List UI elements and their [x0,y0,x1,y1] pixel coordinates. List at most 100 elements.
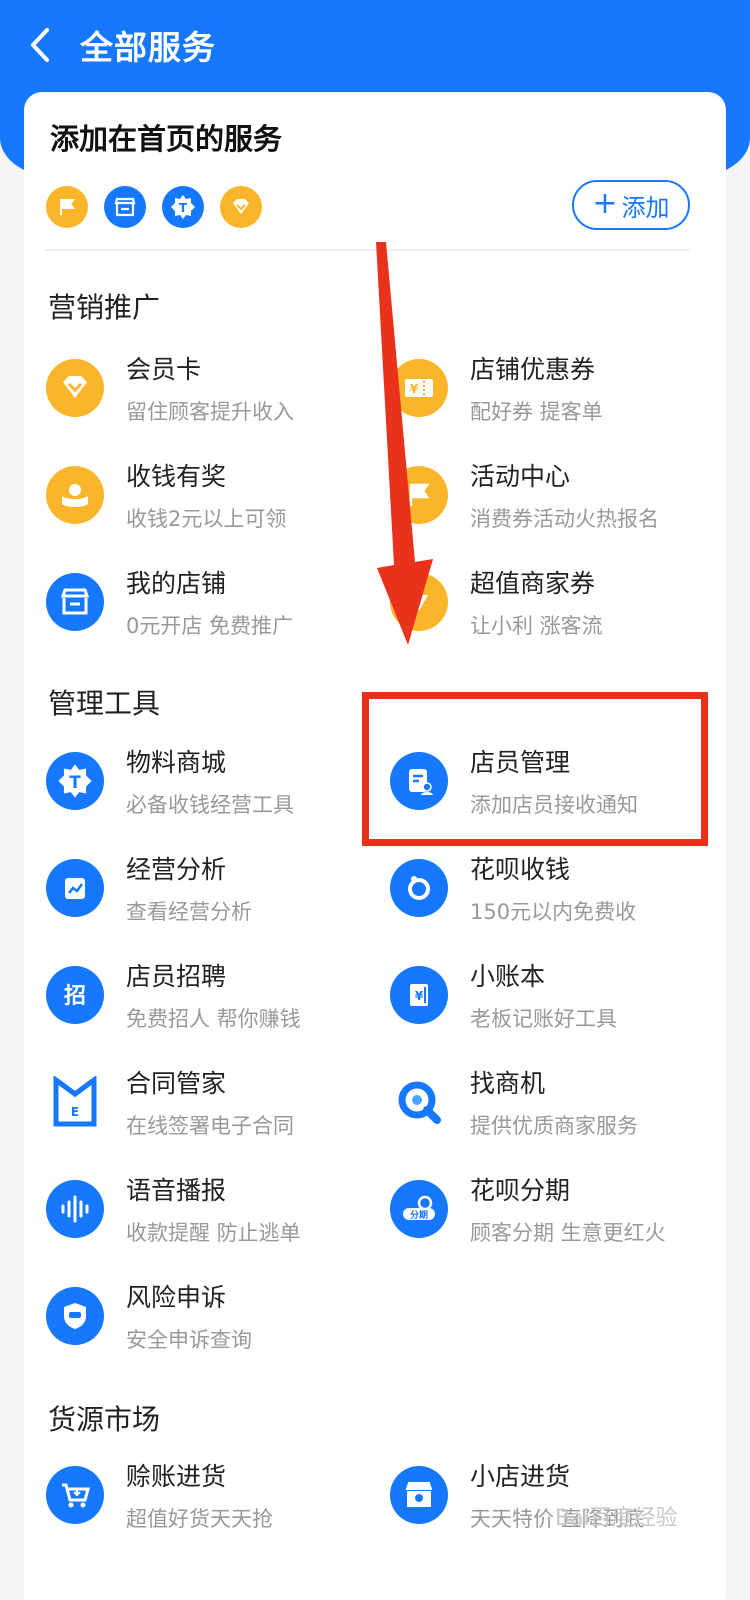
favorites-title: 添加在首页的服务 [50,122,283,156]
service-item-material-mall[interactable]: T 物料商城 必备收钱经营工具 [46,738,386,824]
service-desc: 免费招人 帮你赚钱 [126,1007,301,1031]
service-item-huabei-installment[interactable]: 分期 花呗分期 顾客分期 生意更红火 [390,1166,730,1252]
add-service-button[interactable]: + 添加 [572,180,690,230]
service-item-voice-broadcast[interactable]: 语音播报 收款提醒 防止逃单 [46,1166,386,1252]
service-desc: 收钱2元以上可领 [126,507,287,531]
service-desc: 在线签署电子合同 [126,1114,294,1138]
service-name: 风险申诉 [126,1283,227,1312]
svg-text:招: 招 [64,984,86,1009]
installment-icon: 分期 [390,1180,448,1238]
service-item-activity-center[interactable]: 活动中心 消费券活动火热报名 [390,452,730,538]
service-desc: 顾客分期 生意更红火 [470,1221,666,1245]
services-card: 添加在首页的服务 T + 添加 营销推广 会员卡 留住顾客提升收入 ¥ 店铺优惠… [24,92,726,1600]
service-name: 花呗收钱 [470,855,571,884]
plus-icon: + [592,185,618,221]
svg-text:T: T [179,201,188,215]
service-item-my-store[interactable]: 我的店铺 0元开店 免费推广 [46,559,386,645]
service-item-contract[interactable]: E 合同管家 在线签署电子合同 [46,1059,386,1145]
service-name: 小账本 [470,962,546,991]
service-desc: 收款提醒 防止逃单 [126,1221,301,1245]
section-title-marketing: 营销推广 [48,291,161,324]
service-name: 小店进货 [470,1462,571,1491]
service-item-huabei-payment[interactable]: 花呗收钱 150元以内免费收 [390,845,730,931]
service-desc: 配好券 提客单 [470,400,603,424]
service-desc: 让小利 涨客流 [470,614,603,638]
service-desc: 0元开店 免费推广 [126,614,294,638]
service-item-store-coupon[interactable]: ¥ 店铺优惠券 配好券 提客单 [390,345,730,431]
divider [44,249,690,251]
service-item-staff-recruit[interactable]: 招 店员招聘 免费招人 帮你赚钱 [46,952,386,1038]
badge-t-icon: T [46,752,104,810]
service-desc: 提供优质商家服务 [470,1114,638,1138]
member-card-icon [46,359,104,417]
recruit-icon: 招 [46,966,104,1024]
back-button[interactable] [0,0,80,90]
shield-icon [46,1287,104,1345]
service-desc: 超值好货天天抢 [126,1507,273,1531]
service-name: 我的店铺 [126,569,227,598]
merchant-coupon-icon [390,573,448,631]
flag-icon[interactable] [46,186,88,228]
service-name: 经营分析 [126,855,227,884]
analytics-icon [46,859,104,917]
coupon-icon: ¥ [390,359,448,417]
page-title: 全部服务 [80,28,216,67]
service-name: 赊账进货 [126,1462,227,1491]
service-name: 店铺优惠券 [470,355,596,384]
svg-text:E: E [71,1105,79,1119]
watermark: Bai百度经验 [555,1506,678,1531]
diamond-icon[interactable] [220,186,262,228]
chevron-left-icon [31,28,49,62]
service-item-credit-purchase[interactable]: 赊账进货 超值好货天天抢 [46,1452,386,1538]
service-name: 花呗分期 [470,1176,571,1205]
service-name: 收钱有奖 [126,462,227,491]
service-name: 活动中心 [470,462,571,491]
service-item-cash-reward[interactable]: 收钱有奖 收钱2元以上可领 [46,452,386,538]
reward-icon [46,466,104,524]
service-desc: 查看经营分析 [126,900,252,924]
voice-icon [46,1180,104,1238]
shop-stock-icon [390,1466,448,1524]
service-desc: 留住顾客提升收入 [126,400,294,424]
svg-text:¥: ¥ [415,989,424,1003]
service-name: 超值商家券 [470,569,596,598]
section-title-supply: 货源市场 [48,1403,161,1436]
contract-icon: E [46,1073,104,1131]
add-button-label: 添加 [621,193,670,222]
svg-text:T: T [69,773,81,792]
service-desc: 添加店员接收通知 [470,793,638,817]
service-item-risk-appeal[interactable]: 风险申诉 安全申诉查询 [46,1273,386,1359]
top-nav-bar: 全部服务 [0,0,750,90]
service-name: 找商机 [470,1069,546,1098]
service-name: 语音播报 [126,1176,227,1205]
service-item-business-analytics[interactable]: 经营分析 查看经营分析 [46,845,386,931]
service-name: 物料商城 [126,748,227,777]
store-icon[interactable] [104,186,146,228]
store-icon [46,573,104,631]
favorites-icon-row: T [46,186,262,228]
cart-icon [46,1466,104,1524]
section-title-management: 管理工具 [48,687,161,720]
svg-text:分期: 分期 [410,1209,428,1221]
service-name: 店员招聘 [126,962,227,991]
service-name: 合同管家 [126,1069,227,1098]
service-item-staff-management[interactable]: 店员管理 添加店员接收通知 [390,738,730,824]
flag-icon [390,466,448,524]
service-desc: 消费券活动火热报名 [470,507,659,531]
service-name: 店员管理 [470,748,571,777]
service-item-find-opportunity[interactable]: 找商机 提供优质商家服务 [390,1059,730,1145]
ledger-icon: ¥ [390,966,448,1024]
service-item-ledger[interactable]: ¥ 小账本 老板记账好工具 [390,952,730,1038]
service-item-member-card[interactable]: 会员卡 留住顾客提升收入 [46,345,386,431]
service-item-merchant-coupon[interactable]: 超值商家券 让小利 涨客流 [390,559,730,645]
service-desc: 150元以内免费收 [470,900,637,924]
service-desc: 老板记账好工具 [470,1007,617,1031]
svg-text:¥: ¥ [410,382,419,396]
huabei-icon [390,859,448,917]
service-desc: 必备收钱经营工具 [126,793,294,817]
service-name: 会员卡 [126,355,202,384]
staff-icon [390,752,448,810]
service-desc: 安全申诉查询 [126,1328,252,1352]
badge-t-icon[interactable]: T [162,186,204,228]
opportunity-icon [390,1073,448,1131]
